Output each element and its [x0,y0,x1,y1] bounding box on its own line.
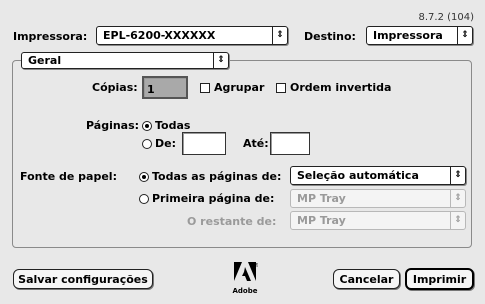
printer-label: Impressora: [13,30,88,43]
pages-from-label: De: [155,137,176,150]
panel-popup-value: Geral [28,54,62,67]
paper-remaining-label: O restante de: [187,215,277,228]
up-down-arrows-icon: ⇕ [457,27,472,44]
copies-field[interactable]: 1 [142,76,188,99]
adobe-logo-caption: Adobe [233,287,258,295]
adobe-logo: ® Adobe [233,262,258,295]
up-down-arrows-icon: ⇕ [450,167,465,184]
reverse-order-checkbox-box[interactable] [276,82,286,93]
copies-label: Cópias: [92,81,138,94]
save-settings-button[interactable]: Salvar configurações [13,269,153,289]
paper-remaining-value: MP Tray [297,214,346,227]
radio-unselected-icon[interactable] [142,138,152,149]
up-down-arrows-icon: ⇕ [450,190,465,207]
svg-text:®: ® [254,262,258,269]
up-down-arrows-icon: ⇕ [213,53,228,68]
paper-source-label: Fonte de papel: [20,170,117,183]
radio-unselected-icon[interactable] [139,193,149,204]
pages-from-field[interactable] [182,132,226,155]
collate-checkbox-box[interactable] [200,82,210,93]
destination-label: Destino: [304,30,356,43]
collate-checkbox[interactable]: Agrupar [200,81,264,94]
cancel-button[interactable]: Cancelar [333,269,400,289]
paper-first-page-label: Primeira página de: [152,192,275,205]
printer-popup[interactable]: EPL-6200-XXXXXX ⇕ [96,26,288,45]
reverse-order-label: Ordem invertida [290,81,392,94]
pages-label: Páginas: [86,119,140,132]
pages-all-radio[interactable]: Todas [142,119,190,132]
printer-popup-value: EPL-6200-XXXXXX [103,29,216,42]
version-label: 8.7.2 (104) [418,12,474,23]
paper-first-page-value: MP Tray [297,192,346,205]
destination-popup[interactable]: Impressora ⇕ [366,26,473,45]
print-button[interactable]: Imprimir [405,268,474,290]
radio-selected-icon[interactable] [142,120,152,131]
pages-all-label: Todas [155,119,191,132]
up-down-arrows-icon: ⇕ [450,212,465,229]
paper-first-page-radio[interactable]: Primeira página de: [139,192,274,205]
pages-range-radio[interactable]: De: [142,137,176,150]
up-down-arrows-icon: ⇕ [272,27,287,44]
destination-popup-value: Impressora [373,29,443,42]
collate-label: Agrupar [214,81,265,94]
paper-all-pages-popup[interactable]: Seleção automática ⇕ [290,166,466,185]
reverse-order-checkbox[interactable]: Ordem invertida [276,81,391,94]
radio-selected-icon[interactable] [139,171,149,182]
paper-remaining-popup[interactable]: MP Tray ⇕ [290,211,466,230]
pages-to-field[interactable] [270,132,310,155]
panel-popup[interactable]: Geral ⇕ [21,52,229,69]
paper-all-pages-radio[interactable]: Todas as páginas de: [139,170,281,183]
paper-all-pages-value: Seleção automática [297,169,419,182]
pages-to-label: Até: [243,137,269,150]
paper-first-page-popup[interactable]: MP Tray ⇕ [290,189,466,208]
paper-all-pages-label: Todas as páginas de: [152,170,282,183]
